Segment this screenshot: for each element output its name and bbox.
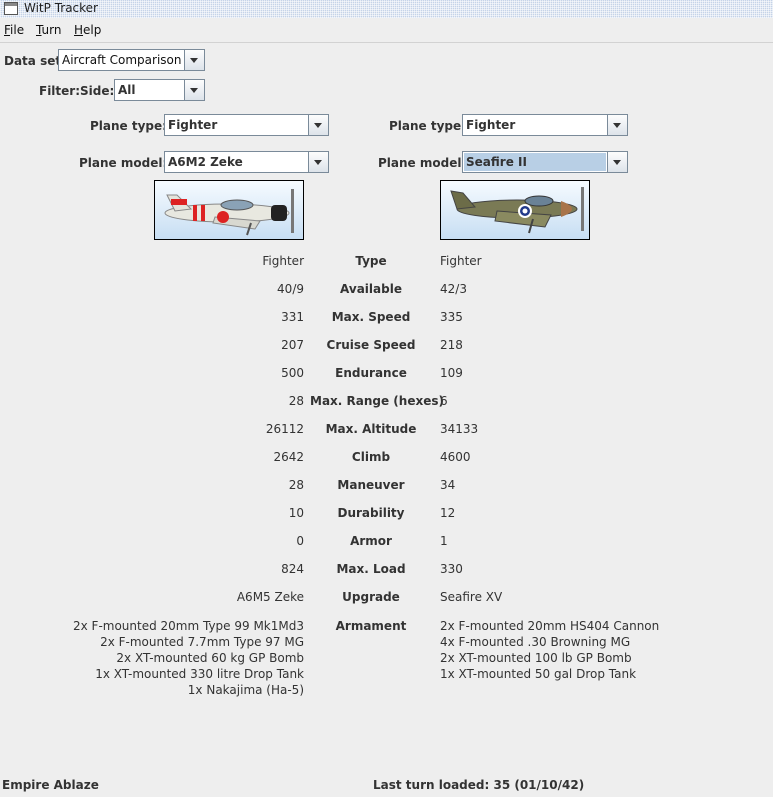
left-plane-type-label: Plane type: [90, 119, 167, 133]
left-value: 0 [296, 534, 304, 548]
filter-label: Filter: [39, 84, 81, 98]
right-value: 34 [440, 478, 456, 492]
left-value: 28 [288, 478, 304, 492]
left-plane-image [154, 180, 304, 240]
stat-label: Armor [350, 534, 392, 548]
left-armament-list: 2x F-mounted 20mm Type 99 Mk1Md3 2x F-mo… [73, 618, 304, 698]
stat-label: Cruise Speed [326, 338, 416, 352]
right-value: Fighter [440, 254, 482, 268]
menu-help[interactable]: Help [74, 23, 101, 37]
right-plane-image [440, 180, 590, 240]
armament-item: 2x F-mounted 20mm Type 99 Mk1Md3 [72, 619, 304, 633]
right-plane-type-label: Plane type: [389, 119, 466, 133]
armament-label: Armament [335, 619, 407, 633]
stat-label: Maneuver [337, 478, 405, 492]
armament-item: 2x F-mounted 20mm HS404 Cannon [440, 619, 660, 633]
chevron-down-icon[interactable] [308, 115, 328, 135]
stat-label: Max. Altitude [325, 422, 417, 436]
left-plane-model-value: A6M2 Zeke [168, 155, 243, 169]
right-armament-list: 2x F-mounted 20mm HS404 Cannon 4x F-moun… [440, 618, 659, 682]
left-value: A6M5 Zeke [236, 590, 304, 604]
window-title: WitP Tracker [24, 1, 98, 15]
chevron-down-icon[interactable] [607, 115, 627, 135]
stat-label: Max. Load [336, 562, 406, 576]
right-value: 6 [440, 394, 448, 408]
left-plane-type-select[interactable]: Fighter [164, 114, 329, 136]
armament-item: 2x XT-mounted 100 lb GP Bomb [440, 651, 632, 665]
right-value: 335 [440, 310, 463, 324]
left-value: 2642 [273, 450, 304, 464]
right-value: 109 [440, 366, 463, 380]
armament-item: 1x XT-mounted 50 gal Drop Tank [440, 667, 637, 681]
dataset-label: Data set: [4, 54, 66, 68]
status-scenario: Empire Ablaze [2, 778, 99, 792]
stat-label: Available [340, 282, 402, 296]
status-last-turn: Last turn loaded: 35 (01/10/42) [373, 778, 585, 792]
left-plane-model-label: Plane model: [79, 156, 168, 170]
armament-item: 4x F-mounted .30 Browning MG [440, 635, 631, 649]
right-value: 42/3 [440, 282, 467, 296]
right-value: 1 [440, 534, 448, 548]
left-value: 26112 [265, 422, 304, 436]
left-value: 207 [281, 338, 304, 352]
window-icon [4, 2, 18, 15]
left-plane-model-select[interactable]: A6M2 Zeke [164, 151, 329, 173]
left-value: 824 [281, 562, 304, 576]
right-value: 34133 [440, 422, 479, 436]
armament-item: 1x XT-mounted 330 litre Drop Tank [95, 667, 304, 681]
right-plane-model-value: Seafire II [464, 153, 606, 171]
armament-item: 1x Nakajima (Ha-5) [187, 683, 304, 697]
right-plane-model-label: Plane model: [378, 156, 467, 170]
stat-label: Max. Range (hexes) [310, 394, 444, 408]
chevron-down-icon[interactable] [184, 50, 204, 70]
menu-bar: File Turn Help [0, 20, 773, 43]
right-plane-type-value: Fighter [466, 118, 516, 132]
right-value: 4600 [440, 450, 471, 464]
menu-turn[interactable]: Turn [36, 23, 61, 37]
side-select[interactable]: All [114, 79, 205, 101]
stat-label: Endurance [335, 366, 407, 380]
armament-item: 2x XT-mounted 60 kg GP Bomb [116, 651, 304, 665]
armament-item: 2x F-mounted 7.7mm Type 97 MG [100, 635, 304, 649]
title-bar: WitP Tracker [0, 0, 773, 18]
left-value: 10 [288, 506, 304, 520]
right-plane-model-select[interactable]: Seafire II [462, 151, 628, 173]
left-value: 40/9 [277, 282, 304, 296]
dataset-value: Aircraft Comparison [62, 53, 182, 67]
chevron-down-icon[interactable] [607, 152, 627, 172]
dataset-select[interactable]: Aircraft Comparison [58, 49, 205, 71]
left-value: 28 [288, 394, 304, 408]
stat-label: Durability [337, 506, 405, 520]
left-value: 500 [281, 366, 304, 380]
stat-label: Max. Speed [331, 310, 411, 324]
right-value: 330 [440, 562, 463, 576]
right-value: 12 [440, 506, 456, 520]
left-value: Fighter [262, 254, 304, 268]
side-label: Side: [80, 84, 115, 98]
left-value: 331 [281, 310, 304, 324]
side-value: All [118, 83, 136, 97]
right-value: Seafire XV [440, 590, 503, 604]
menu-file[interactable]: File [4, 23, 24, 37]
right-plane-type-select[interactable]: Fighter [462, 114, 628, 136]
stat-label: Type [355, 254, 387, 268]
chevron-down-icon[interactable] [184, 80, 204, 100]
stat-label: Climb [351, 450, 391, 464]
right-value: 218 [440, 338, 463, 352]
left-plane-type-value: Fighter [168, 118, 218, 132]
chevron-down-icon[interactable] [308, 152, 328, 172]
stat-label: Upgrade [342, 590, 400, 604]
